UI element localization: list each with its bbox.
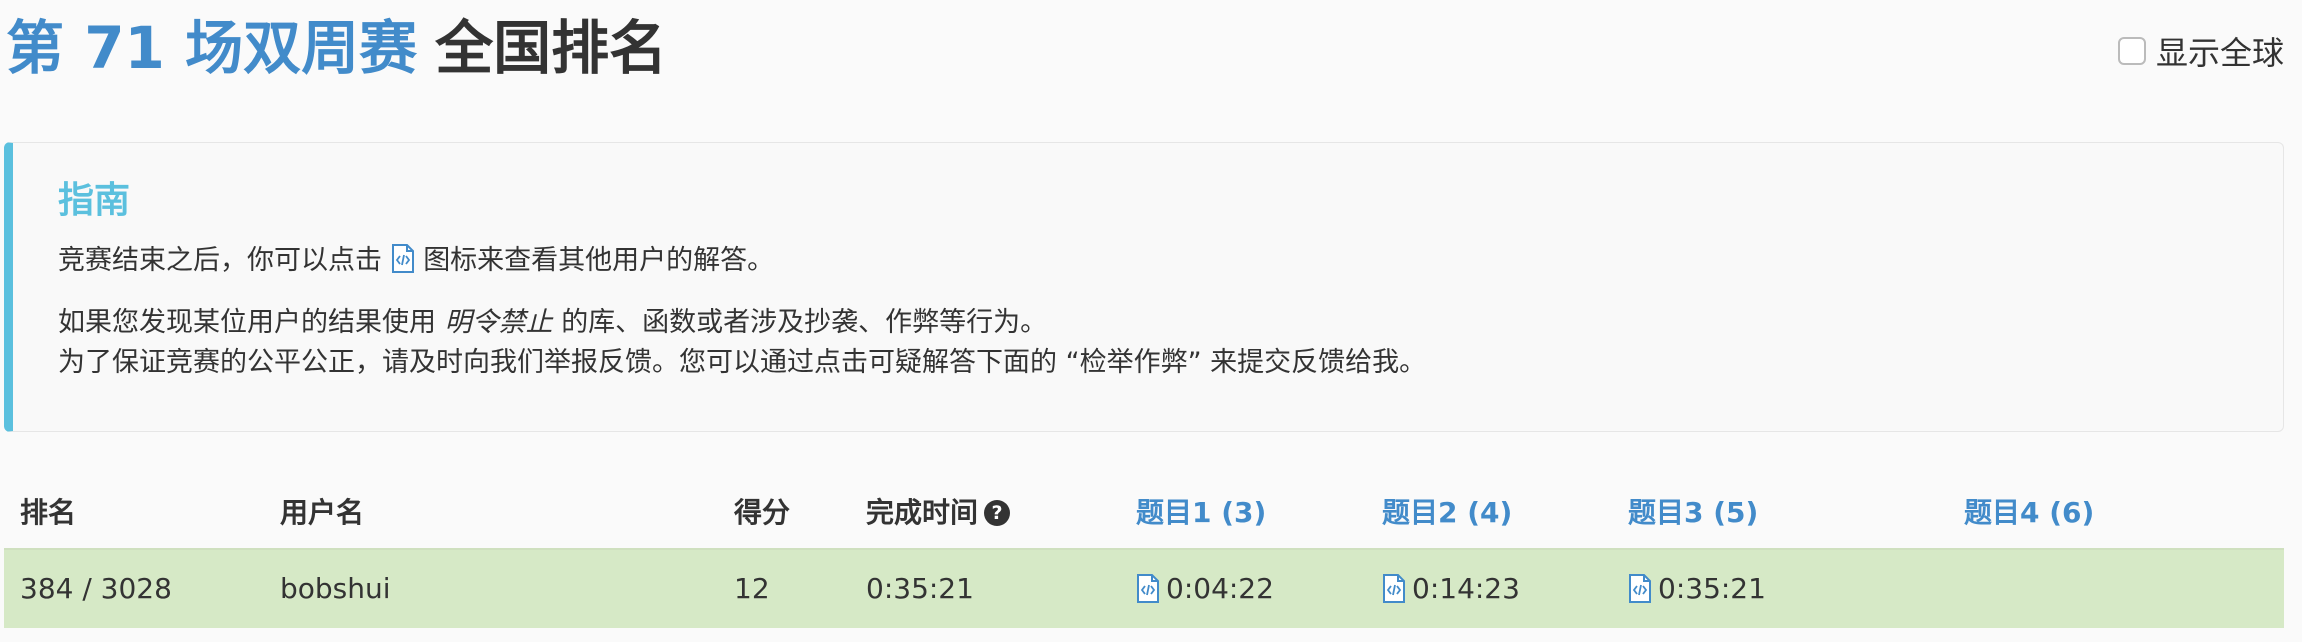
table-header: 排名 用户名 得分 完成时间? 题目1 (3) 题目2 (4) 题目3 (5) … [4, 478, 2284, 548]
guide-line-2-end: 的库、函数或者涉及抄袭、作弊等行为。 [561, 307, 1048, 338]
show-global-label: 显示全球 [2155, 34, 2284, 72]
guide-line-1: 竞赛结束之后，你可以点击 图标来查看其他用户的解答。 [58, 241, 2283, 281]
cell-q3-time: 0:35:21 [1658, 572, 1766, 605]
page-title: 第 71 场双周赛 全国排名 [6, 12, 667, 84]
show-global-checkbox[interactable] [2117, 37, 2146, 65]
cell-q1: 0:04:22 [1136, 550, 1274, 628]
cell-username[interactable]: bobshui [280, 550, 391, 628]
code-file-icon[interactable] [1382, 574, 1406, 603]
cell-q2-time: 0:14:23 [1412, 572, 1520, 605]
title-suffix: 全国排名 [435, 14, 668, 82]
guide-line-2-3: 如果您发现某位用户的结果使用 明令禁止 的库、函数或者涉及抄袭、作弊等行为。 为… [58, 303, 2283, 383]
show-global-toggle[interactable]: 显示全球 [2117, 28, 2284, 74]
header-q2[interactable]: 题目2 (4) [1382, 478, 1512, 548]
header-q4[interactable]: 题目4 (6) [1964, 478, 2094, 548]
code-file-icon[interactable] [1628, 574, 1652, 603]
code-file-icon[interactable] [1136, 574, 1160, 603]
header-q3[interactable]: 题目3 (5) [1628, 478, 1758, 548]
cell-finish-time: 0:35:21 [866, 572, 974, 605]
guide-line-2-emphasis: 明令禁止 [444, 307, 553, 338]
header-rank: 排名 [20, 496, 77, 529]
guide-line-3: 为了保证竞赛的公平公正，请及时向我们举报反馈。您可以通过点击可疑解答下面的 “检… [58, 347, 1427, 378]
guide-title: 指南 [58, 180, 131, 221]
header-finish-time-label: 完成时间 [866, 496, 979, 529]
header-q1[interactable]: 题目1 (3) [1136, 478, 1266, 548]
ranking-table: 排名 用户名 得分 完成时间? 题目1 (3) 题目2 (4) 题目3 (5) … [4, 478, 2284, 628]
contest-name-link[interactable]: 第 71 场双周赛 [6, 14, 417, 82]
cell-score: 12 [734, 572, 770, 605]
question-circle-icon[interactable]: ? [984, 500, 1011, 526]
guide-callout: 指南 竞赛结束之后，你可以点击 图标来查看其他用户的解答。 如果您发现某位用户的… [4, 142, 2284, 432]
cell-q3: 0:35:21 [1628, 550, 1766, 628]
cell-q1-time: 0:04:22 [1166, 572, 1274, 605]
cell-rank: 384 / 3028 [20, 572, 172, 605]
header-username: 用户名 [280, 496, 365, 529]
cell-q2: 0:14:23 [1382, 550, 1520, 628]
table-row: 384 / 3028 bobshui 12 0:35:21 0:04:22 0:… [4, 548, 2284, 628]
guide-line-2-start: 如果您发现某位用户的结果使用 [58, 307, 436, 338]
header-finish-time: 完成时间? [866, 478, 1011, 548]
code-file-icon [391, 244, 414, 273]
ranking-page: 第 71 场双周赛 全国排名 显示全球 指南 竞赛结束之后，你可以点击 图标来查看… [0, 0, 2302, 642]
header-score: 得分 [734, 496, 791, 529]
guide-line-1-end: 图标来查看其他用户的解答。 [423, 245, 775, 276]
guide-line-1-start: 竞赛结束之后，你可以点击 [58, 245, 382, 276]
